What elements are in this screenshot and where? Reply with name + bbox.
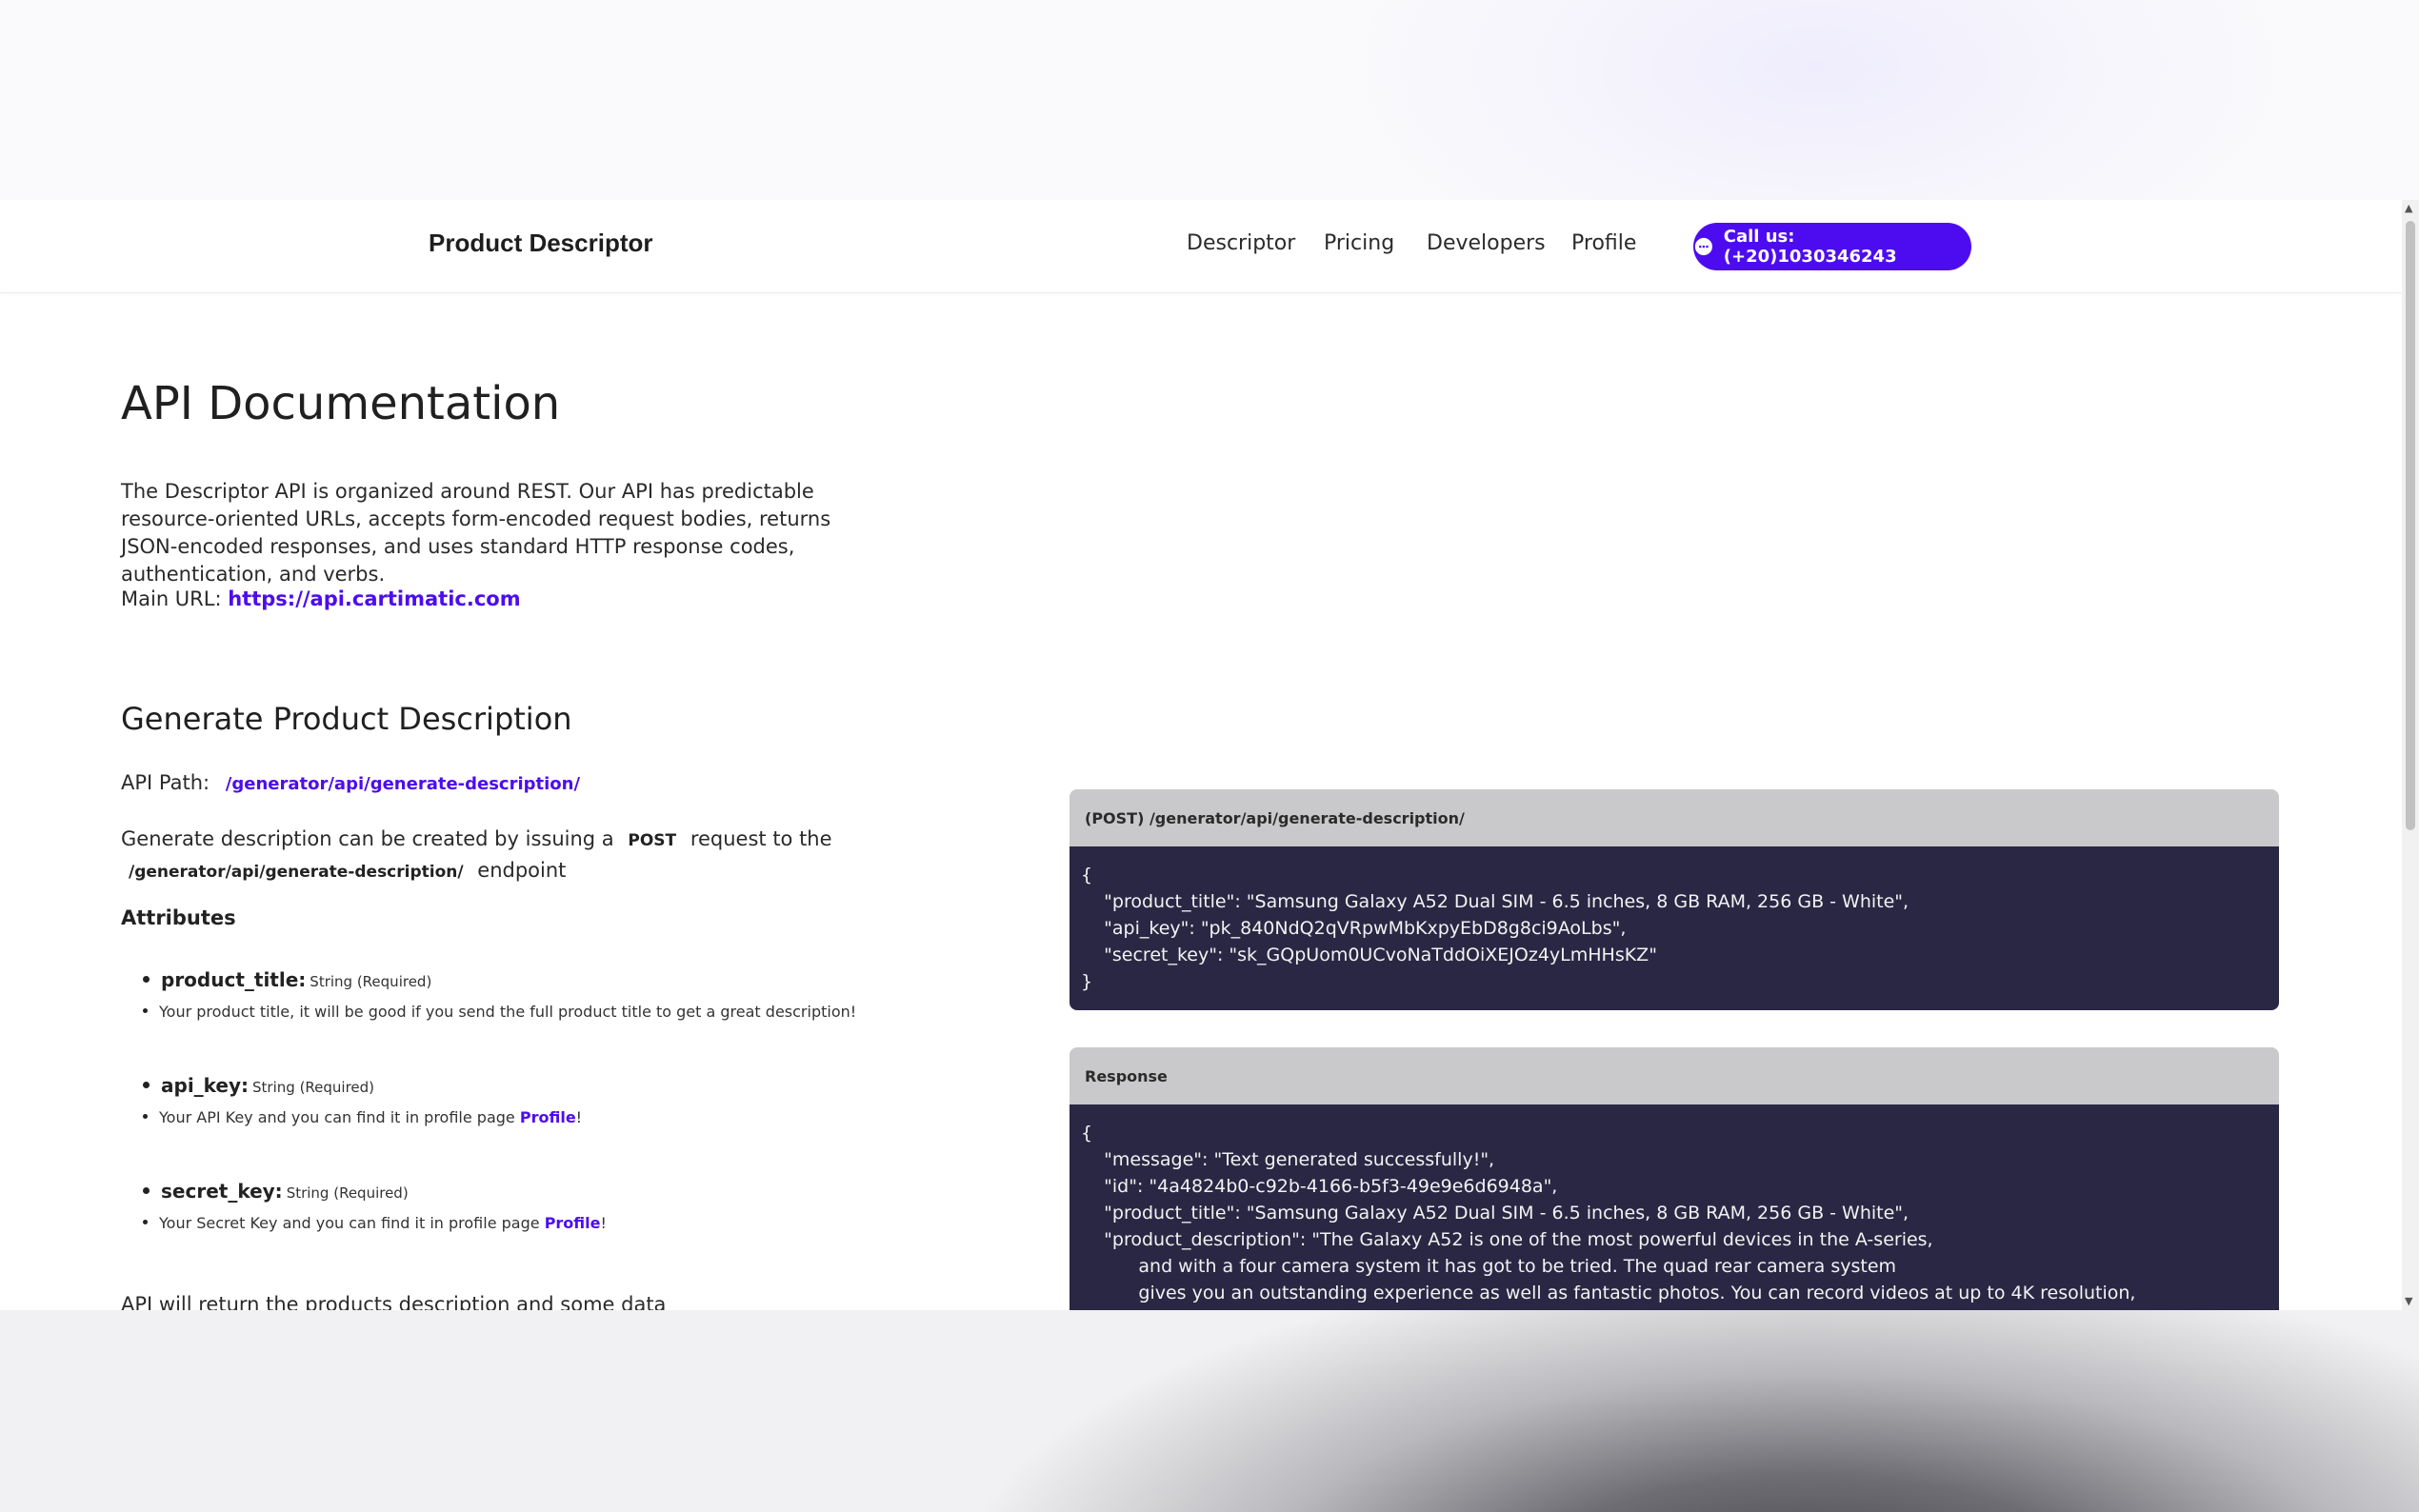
code-line: "id": "4a4824b0-c92b-4166-b5f3-49e9e6d69…: [1081, 1176, 1558, 1197]
scrollbar[interactable]: ▲ ▼: [2402, 200, 2419, 1310]
api-path-label: API Path:: [121, 771, 210, 794]
attribute-type: String (Required): [252, 1079, 375, 1096]
code-line: {: [1081, 865, 1093, 885]
response-panel-body: { "message": "Text generated successfull…: [1070, 1104, 2279, 1310]
navbar: Product Descriptor Descriptor Pricing De…: [0, 200, 2402, 293]
request-panel: (POST) /generator/api/generate-descripti…: [1070, 789, 2279, 1010]
code-line: "secret_key": "sk_GQpUom0UCvoNaTddOiXEJO…: [1081, 945, 1657, 965]
attribute-product-title: product_title: String (Required) Your pro…: [143, 968, 856, 1021]
attribute-note: Your product title, it will be good if y…: [159, 1003, 857, 1021]
attribute-secret-key: secret_key: String (Required) Your Secret…: [143, 1180, 607, 1232]
attribute-note-tail: !: [600, 1214, 607, 1232]
nav-link-profile[interactable]: Profile: [1571, 231, 1636, 255]
attribute-type: String (Required): [310, 973, 432, 990]
request-panel-body: { "product_title": "Samsung Galaxy A52 D…: [1070, 846, 2279, 1010]
bullet: [143, 1082, 150, 1088]
nav-link-pricing[interactable]: Pricing: [1324, 231, 1394, 255]
bullet: [143, 1114, 148, 1119]
attribute-name: product_title:: [161, 968, 307, 991]
bullet: [143, 976, 150, 983]
code-line: "product_title": "Samsung Galaxy A52 Dua…: [1081, 1203, 1909, 1224]
main-url-row: Main URL: https://api.cartimatic.com: [121, 587, 521, 610]
return-text: API will return the products description…: [121, 1293, 667, 1310]
code-line: "message": "Text generated successfully!…: [1081, 1149, 1495, 1170]
request-panel-header: (POST) /generator/api/generate-descripti…: [1070, 789, 2279, 846]
attribute-note: Your API Key and you can find it in prof…: [159, 1108, 515, 1126]
bullet: [143, 1220, 148, 1224]
code-line: "product_title": "Samsung Galaxy A52 Dua…: [1081, 891, 1909, 912]
desc-endpoint: /generator/api/generate-description/: [129, 863, 464, 882]
api-path-value[interactable]: /generator/api/generate-description/: [226, 774, 580, 794]
scroll-down-icon[interactable]: ▼: [2405, 1295, 2412, 1307]
nav-link-developers[interactable]: Developers: [1427, 231, 1546, 255]
attribute-note: Your Secret Key and you can find it in p…: [159, 1214, 540, 1232]
api-path-row: API Path: /generator/api/generate-descri…: [121, 771, 580, 794]
backdrop-top: [0, 0, 2419, 200]
browser-viewport: Product Descriptor Descriptor Pricing De…: [0, 200, 2419, 1310]
chat-icon: [1694, 237, 1712, 256]
call-us-button[interactable]: Call us: (+20)1030346243: [1693, 223, 1971, 270]
section-title: Generate Product Description: [121, 701, 572, 737]
scroll-up-icon[interactable]: ▲: [2405, 202, 2412, 214]
code-line: "api_key": "pk_840NdQ2qVRpwMbKxpyEbD8g8c…: [1081, 918, 1627, 939]
code-line: gives you an outstanding experience as w…: [1081, 1283, 2136, 1303]
profile-link[interactable]: Profile: [520, 1108, 576, 1126]
response-panel: Response { "message": "Text generated su…: [1070, 1047, 2279, 1310]
attribute-name: secret_key:: [161, 1180, 283, 1203]
desc-part-1: Generate description can be created by i…: [121, 827, 614, 850]
code-line: {: [1081, 1123, 1093, 1144]
desc-part-2: request to the: [690, 827, 832, 850]
code-line: "product_description": "The Galaxy A52 i…: [1081, 1229, 1933, 1250]
attribute-note-tail: !: [575, 1108, 583, 1126]
backdrop-bottom: [0, 1310, 2419, 1512]
main-url-link[interactable]: https://api.cartimatic.com: [228, 587, 520, 610]
attribute-name: api_key:: [161, 1074, 250, 1097]
code-line: and with a four camera system it has got…: [1081, 1256, 1897, 1277]
desc-part-3: endpoint: [477, 859, 567, 882]
scroll-thumb[interactable]: [2406, 221, 2415, 830]
page-title: API Documentation: [121, 377, 561, 430]
profile-link[interactable]: Profile: [545, 1214, 601, 1232]
nav-link-descriptor[interactable]: Descriptor: [1187, 231, 1295, 255]
main-url-label: Main URL:: [121, 587, 222, 610]
code-line: }: [1081, 971, 1093, 992]
attribute-api-key: api_key: String (Required) Your API Key a…: [143, 1074, 582, 1126]
bullet: [143, 1187, 150, 1194]
intro-text: The Descriptor API is organized around R…: [121, 480, 831, 586]
bullet: [143, 1008, 148, 1013]
desc-method: POST: [628, 831, 677, 850]
call-us-label: Call us: (+20)1030346243: [1723, 227, 1897, 267]
brand-logo[interactable]: Product Descriptor: [429, 229, 653, 258]
attributes-title: Attributes: [121, 906, 236, 929]
response-panel-header: Response: [1070, 1047, 2279, 1104]
generate-description-text: Generate description can be created by i…: [121, 825, 845, 887]
attribute-type: String (Required): [286, 1184, 409, 1202]
